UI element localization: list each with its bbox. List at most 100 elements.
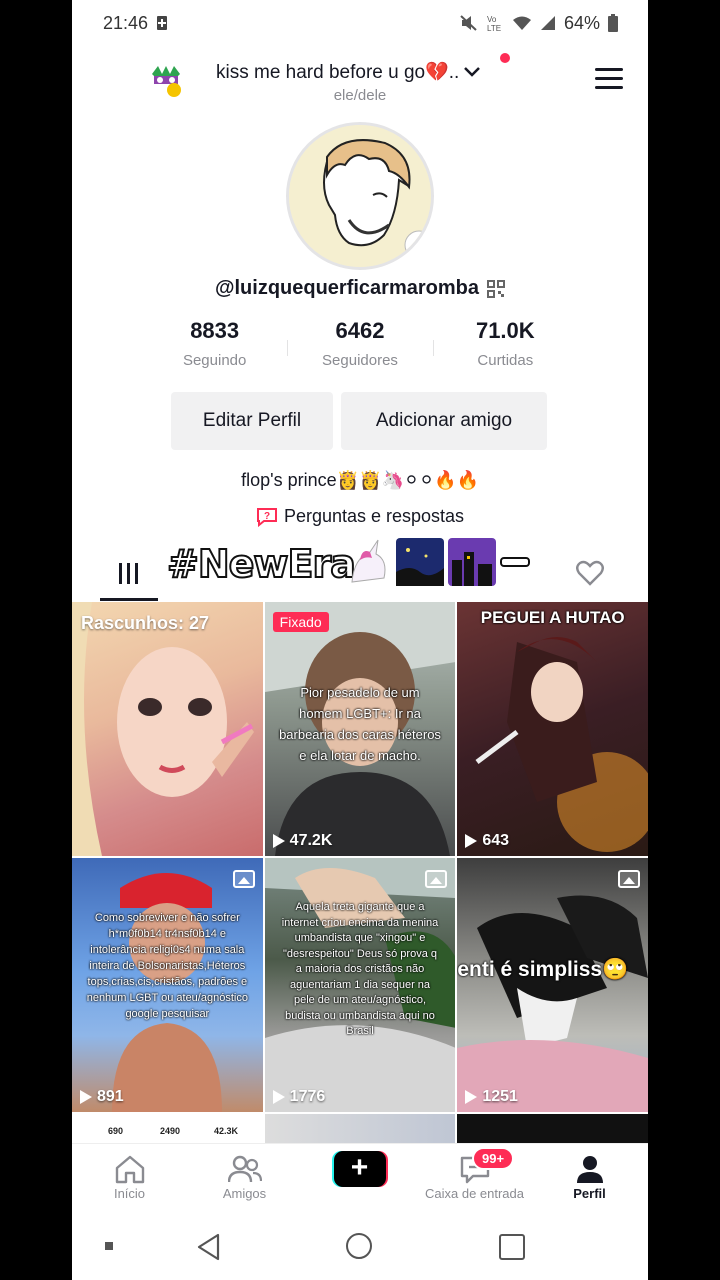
back-icon[interactable] [196,1233,222,1261]
view-count: 643 [465,832,509,850]
nav-profile[interactable]: Perfil [532,1144,647,1209]
avatar[interactable] [286,122,434,270]
svg-text:LTE: LTE [487,24,501,32]
partial-stat: 2490 [160,1126,181,1136]
qa-link[interactable]: ? Perguntas e respostas [72,506,648,527]
stat-label: Curtidas [477,352,534,369]
nav-inbox[interactable]: 99+ Caixa de entrada [417,1144,532,1209]
nav-label: Perfil [573,1186,606,1201]
drafts-tile[interactable]: Rascunhos: 27 [72,602,263,856]
sticker-emojis [344,538,530,586]
edit-profile-button[interactable]: Editar Perfil [171,392,333,450]
nav-label: Caixa de entrada [424,1186,524,1201]
battery-saver-icon [157,16,168,30]
pinned-badge: Fixado [272,612,329,632]
stat-likes[interactable]: 71.0K Curtidas [432,318,578,378]
video-grid: Rascunhos: 27 Fixado Pior pesadelo de um… [72,602,648,1144]
view-count: 47.2K [272,832,332,850]
content-tabs: #NewEra [72,538,648,602]
view-count: 1776 [272,1088,325,1106]
avatar-illustration [289,125,431,267]
stat-value: 8833 [190,318,240,343]
profile-icon [576,1156,603,1183]
qa-label: Perguntas e respostas [283,506,465,526]
friends-icon [227,1155,262,1183]
nav-friends[interactable]: Amigos [187,1144,302,1209]
nav-home[interactable]: Início [72,1144,187,1209]
mute-icon [460,15,477,31]
video-tile[interactable]: PEGUEI A HUTAO 643 [457,602,648,856]
sticker-text: #NewEra [166,541,357,587]
system-navigation-bar [72,1209,648,1280]
liked-tab-heart-icon[interactable] [576,560,604,586]
stat-value: 71.0K [475,318,535,343]
username: @luizquequerficarmaromba [214,277,479,299]
display-name: kiss me hard before u go💔.. [216,62,460,83]
signal-icon [540,16,555,30]
tiktok-profile-screen: 21:46 Vo LTE 64% kiss me hard before u go… [72,0,648,1280]
home-button-icon[interactable] [346,1233,372,1259]
username-row: @luizquequerficarmaromba [72,277,648,300]
partial-tile[interactable] [457,1114,648,1144]
profile-stats: 8833 Seguindo 6462 Seguidores 71.0K Curt… [142,318,578,378]
profile-header: kiss me hard before u go💔.. ele/dele [72,50,648,110]
active-tab-indicator [100,598,158,601]
partial-stat: 42.3K [214,1126,239,1136]
drafts-thumbnail [72,602,254,856]
question-bubble-icon: ? [256,507,277,527]
photo-carousel-icon [618,870,641,888]
nav-label: Amigos [222,1186,267,1201]
photo-tile[interactable]: enti é simpliss🙄 1251 [457,858,648,1112]
partial-tile-row: 690 2490 42.3K [72,1114,648,1144]
video-caption: Pior pesadelo de um homem LGBT+: Ir na b… [279,685,441,763]
play-icon [465,1090,478,1104]
night-sky-icon [396,538,444,586]
volte-icon: VoLTE [487,15,501,32]
video-tile-pinned[interactable]: Fixado Pior pesadelo de um homem LGBT+: … [264,602,456,856]
bottom-navigation: Início Amigos + 99+ Caixa de entrada Per… [72,1143,648,1209]
qr-code-icon[interactable] [487,279,505,298]
unicorn-icon [351,539,386,583]
play-icon [80,1090,92,1104]
photo-thumbnail [457,895,648,1112]
photo-carousel-icon [232,870,255,888]
display-name-switcher[interactable]: kiss me hard before u go💔.. [216,60,481,84]
video-caption: PEGUEI A HUTAO [480,608,625,627]
partial-tile[interactable]: 690 2490 42.3K [72,1114,263,1144]
pronoun: ele/dele [333,87,387,104]
stat-following[interactable]: 8833 Seguindo [142,318,287,378]
partial-stat: 690 [108,1126,124,1136]
play-icon [465,834,478,848]
recent-apps-icon[interactable] [499,1234,525,1260]
drafts-label: Rascunhos: 27 [81,613,210,633]
battery-icon [608,14,618,32]
video-caption: Como sobreviver e não sofrer h*m0f0b14 t… [86,912,248,1020]
clock: 21:46 [103,12,149,33]
add-friend-button[interactable]: Adicionar amigo [341,392,547,450]
photo-carousel-icon [425,870,448,888]
photo-tile[interactable]: Aquela treta gigante que a internet crio… [264,858,456,1112]
stat-value: 6462 [335,318,385,343]
wifi-icon [512,16,531,30]
svg-text:?: ? [264,511,270,522]
view-count: 1251 [465,1088,518,1106]
partial-tile[interactable] [264,1114,456,1144]
home-icon [115,1155,144,1184]
dash-icon [500,557,530,567]
profile-actions: Editar Perfil Adicionar amigo [171,392,547,450]
assist-dot-icon [105,1242,113,1250]
status-bar: 21:46 Vo LTE 64% [72,0,648,46]
photo-tile[interactable]: Como sobreviver e não sofrer h*m0f0b14 t… [72,858,263,1112]
create-plus-icon: + [331,1151,388,1187]
video-caption: Aquela treta gigante que a internet crio… [281,901,439,1037]
city-night-icon [448,538,496,586]
stat-label: Seguidores [322,352,398,369]
nav-create[interactable]: + [302,1144,417,1209]
chevron-down-icon [464,67,481,77]
stat-followers[interactable]: 6462 Seguidores [287,318,432,378]
notification-dot [500,53,510,63]
video-thumbnail [475,637,648,852]
videos-grid-tab-icon[interactable] [118,560,140,584]
hamburger-menu-icon[interactable] [595,68,623,92]
stat-label: Seguindo [182,352,247,369]
